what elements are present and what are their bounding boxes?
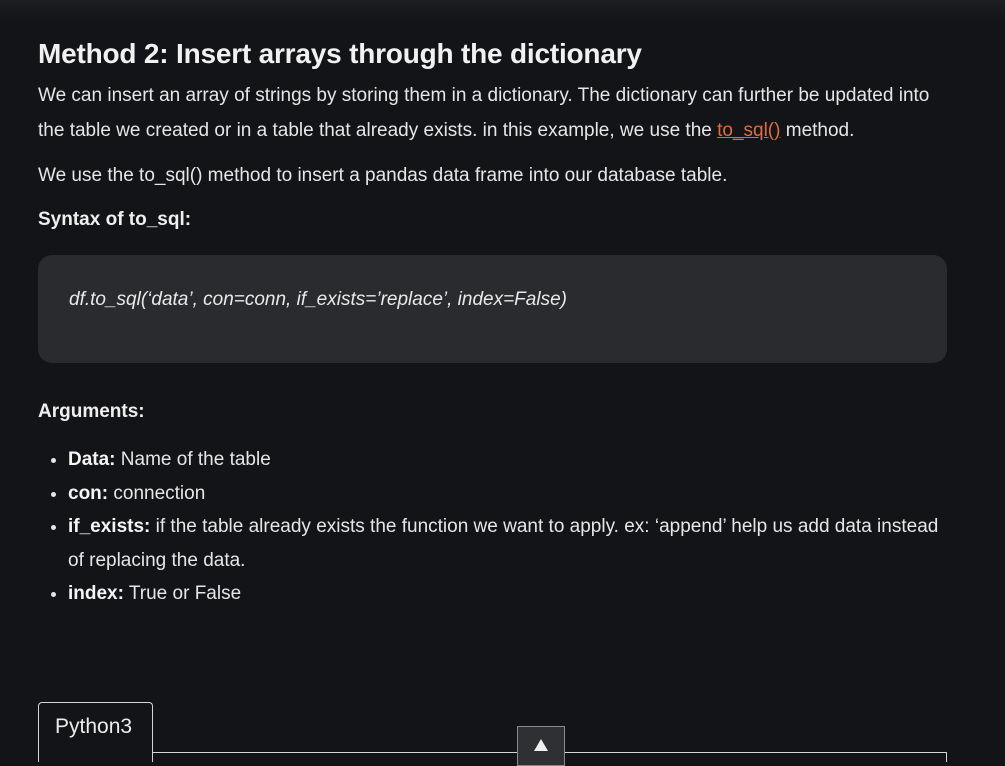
intro-paragraph: We can insert an array of strings by sto… [38,78,948,148]
scroll-to-top-button[interactable] [517,726,565,766]
syntax-heading: Syntax of to_sql: [38,209,192,230]
arg-term: index: [68,583,124,604]
intro-end-text: method. [780,120,855,141]
arg-term: if_exists: [68,516,151,537]
arguments-heading: Arguments: [38,401,145,422]
list-item: con: connection [68,477,948,511]
top-bar-shadow [0,0,1005,22]
article-content: Method 2: Insert arrays through the dict… [38,36,948,611]
arg-term: Data: [68,449,116,470]
section-heading: Method 2: Insert arrays through the dict… [38,38,642,69]
arg-term: con: [68,482,109,504]
tab-python3[interactable]: Python3 [38,702,153,762]
arg-desc: if the table already exists the function… [68,516,939,571]
syntax-code-block: df.to_sql(‘data’, con=conn, if_exists=’r… [38,255,947,363]
arg-desc: True or False [123,583,242,604]
syntax-code-line: df.to_sql(‘data’, con=conn, if_exists=’r… [69,289,567,310]
arguments-list: Data: Name of the table con: connection … [38,443,948,611]
list-item: index: True or False [68,577,948,611]
list-item: if_exists: if the table already exists t… [68,510,948,577]
list-item: Data: Name of the table [68,443,948,477]
arg-desc: Name of the table [115,449,271,470]
arg-desc: connection [108,482,206,504]
tab-panel-edge [946,752,947,762]
method-paragraph: We use the to_sql() method to insert a p… [38,165,728,186]
arrow-up-icon [534,739,548,751]
to-sql-link[interactable]: to_sql() [717,120,780,141]
